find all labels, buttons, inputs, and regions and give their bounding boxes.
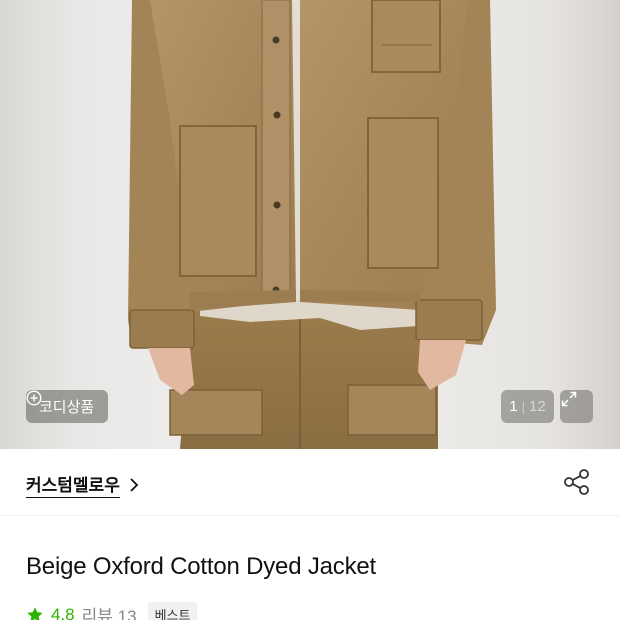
product-title: Beige Oxford Cotton Dyed Jacket [26,553,376,580]
expand-arrows-icon [561,391,577,407]
review-count-link[interactable]: 리뷰 13 [82,602,137,620]
plus-circle-icon [26,390,42,406]
counter-separator: | [521,399,526,414]
product-image-gallery[interactable]: 코디상품 1 | 12 [0,0,620,449]
star-icon [27,606,43,620]
rating-row: 4.8 리뷰 13 베스트 [26,602,198,620]
brand-name: 커스텀멜로우 [26,471,120,498]
rating-value: 4.8 [51,604,75,620]
expand-image-button[interactable] [560,390,593,423]
brand-row: 커스텀멜로우 [0,449,620,516]
best-badge: 베스트 [147,602,198,620]
image-counter: 1 | 12 [501,390,554,423]
product-photo [128,0,496,449]
brand-link[interactable]: 커스텀멜로우 [26,471,140,498]
share-icon[interactable] [562,467,592,497]
coord-products-button[interactable]: 코디상품 [26,390,109,423]
total-image-count: 12 [529,398,546,415]
current-image-index: 1 [509,398,518,415]
chevron-right-icon [130,477,139,492]
coord-products-label: 코디상품 [39,399,95,416]
